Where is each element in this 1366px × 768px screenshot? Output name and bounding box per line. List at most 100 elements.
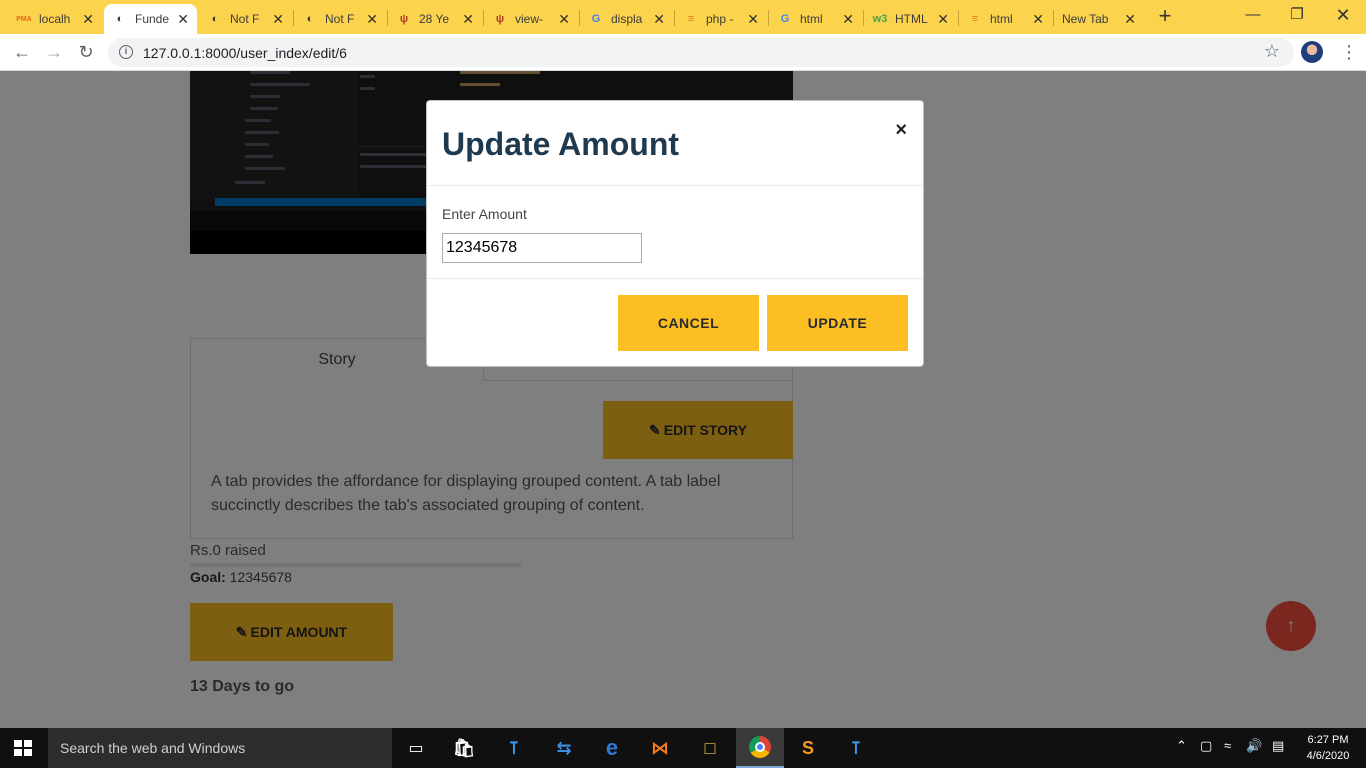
forward-button[interactable]: → bbox=[40, 38, 68, 66]
browser-tab-label: 28 Ye bbox=[419, 12, 450, 26]
browser-tab-label: New Tab bbox=[1062, 12, 1109, 26]
minimize-button[interactable]: — bbox=[1230, 0, 1276, 32]
browser-tab[interactable]: ψ 28 Ye ✕ bbox=[388, 4, 482, 34]
store-icon[interactable]: 🛍 bbox=[440, 728, 488, 768]
browser-tab-label: Funde bbox=[135, 12, 170, 26]
file-explorer-icon[interactable]: □ bbox=[686, 728, 734, 768]
sublime-text-icon[interactable]: S bbox=[784, 728, 832, 768]
notifications-icon[interactable]: ▤ bbox=[1272, 738, 1284, 754]
browser-tab-label: html bbox=[800, 12, 823, 26]
browser-tab[interactable]: ◐ Funde ✕ bbox=[104, 4, 197, 34]
task-view-icon[interactable]: ▭ bbox=[392, 728, 440, 768]
stackoverflow-icon: ≡ bbox=[971, 13, 979, 25]
clock-time: 6:27 PM bbox=[1307, 734, 1349, 746]
browser-tab[interactable]: ◐ Not F ✕ bbox=[294, 4, 386, 34]
browser-tab[interactable]: w3 HTML ✕ bbox=[864, 4, 957, 34]
browser-tab-label: Not F bbox=[325, 12, 355, 26]
update-button[interactable]: UPDATE bbox=[767, 295, 908, 351]
close-tab-icon[interactable]: ✕ bbox=[177, 11, 189, 28]
clock-date: 4/6/2020 bbox=[1306, 750, 1350, 762]
browser-tab[interactable]: New Tab ✕ bbox=[1054, 4, 1144, 34]
browser-menu-icon[interactable]: ⋮ bbox=[1340, 40, 1358, 64]
browser-tab[interactable]: ψ view- ✕ bbox=[484, 4, 578, 34]
close-tab-icon[interactable]: ✕ bbox=[842, 11, 854, 28]
browser-tab-label: displa bbox=[611, 12, 643, 26]
volume-icon[interactable]: 🔊 bbox=[1246, 738, 1262, 754]
browser-tab-label: view- bbox=[515, 12, 544, 26]
pma-icon: PMA bbox=[16, 15, 32, 23]
taskbar-clock[interactable]: 6:27 PM 4/6/2020 bbox=[1300, 732, 1356, 764]
modal-header: Update Amount × bbox=[427, 101, 923, 186]
windows-taskbar: Search the web and Windows ▭ 🛍 ⊺ ⇆ e ⋈ □… bbox=[0, 728, 1366, 768]
tab-separator bbox=[768, 10, 769, 26]
tab-separator bbox=[579, 10, 580, 26]
wifi-icon[interactable]: ≈ bbox=[1224, 738, 1231, 753]
close-icon[interactable]: × bbox=[895, 119, 907, 142]
modal-title: Update Amount bbox=[442, 126, 680, 162]
new-tab-button[interactable]: + bbox=[1152, 4, 1178, 30]
close-tab-icon[interactable]: ✕ bbox=[558, 11, 570, 28]
close-tab-icon[interactable]: ✕ bbox=[82, 11, 94, 28]
tab-separator bbox=[483, 10, 484, 26]
browser-toolbar: ← → ↻ i 127.0.0.1:8000/user_index/edit/6… bbox=[0, 34, 1366, 71]
taskbar-search-box[interactable]: Search the web and Windows bbox=[48, 728, 392, 768]
browser-tab[interactable]: PMA localh ✕ bbox=[8, 4, 102, 34]
laracasts-icon: ψ bbox=[399, 13, 409, 25]
profile-avatar[interactable] bbox=[1301, 41, 1323, 63]
back-button[interactable]: ← bbox=[8, 38, 36, 66]
tab-separator bbox=[293, 10, 294, 26]
vscode-icon[interactable]: ⊺ bbox=[490, 728, 538, 768]
browser-tab-label: HTML bbox=[895, 12, 928, 26]
battery-icon[interactable]: ▢ bbox=[1200, 738, 1212, 754]
chevron-up-icon[interactable]: ⌃ bbox=[1176, 738, 1187, 754]
address-bar[interactable]: i 127.0.0.1:8000/user_index/edit/6 ☆ bbox=[108, 38, 1294, 67]
tab-separator bbox=[387, 10, 388, 26]
close-window-button[interactable]: ✕ bbox=[1320, 0, 1366, 32]
close-tab-icon[interactable]: ✕ bbox=[272, 11, 284, 28]
chrome-icon[interactable] bbox=[736, 728, 784, 768]
tab-separator bbox=[958, 10, 959, 26]
cancel-button[interactable]: CANCEL bbox=[618, 295, 759, 351]
amount-input[interactable] bbox=[442, 233, 642, 263]
tab-separator bbox=[863, 10, 864, 26]
modal-footer: CANCEL UPDATE bbox=[427, 279, 923, 367]
browser-tab[interactable]: ◐ Not F ✕ bbox=[199, 4, 292, 34]
url-text[interactable]: 127.0.0.1:8000/user_index/edit/6 bbox=[143, 45, 347, 61]
stackoverflow-icon: ≡ bbox=[687, 13, 695, 25]
close-tab-icon[interactable]: ✕ bbox=[937, 11, 949, 28]
w3schools-icon: w3 bbox=[872, 13, 888, 25]
globe-icon: ◐ bbox=[116, 13, 124, 25]
browser-tab-label: php - bbox=[706, 12, 734, 26]
teamviewer-icon[interactable]: ⇆ bbox=[540, 728, 588, 768]
browser-tab[interactable]: Ghtml ✕ bbox=[769, 4, 862, 34]
xampp-icon[interactable]: ⋈ bbox=[636, 728, 684, 768]
taskbar-search-placeholder: Search the web and Windows bbox=[60, 740, 246, 756]
close-tab-icon[interactable]: ✕ bbox=[1124, 11, 1136, 28]
vscode-icon[interactable]: ⊺ bbox=[832, 728, 880, 768]
browser-tab-label: localh bbox=[39, 12, 71, 26]
update-amount-modal: Update Amount × Enter Amount CANCEL UPDA… bbox=[426, 100, 924, 367]
browser-tab[interactable]: Gdispla ✕ bbox=[580, 4, 673, 34]
close-tab-icon[interactable]: ✕ bbox=[366, 11, 378, 28]
google-icon: G bbox=[591, 13, 601, 25]
modal-body: Enter Amount bbox=[427, 186, 923, 279]
laracasts-icon: ψ bbox=[495, 13, 505, 25]
browser-tab-label: html bbox=[990, 12, 1013, 26]
google-icon: G bbox=[780, 13, 790, 25]
windows-start-icon[interactable] bbox=[14, 740, 32, 757]
maximize-button[interactable]: ❐ bbox=[1274, 0, 1320, 32]
globe-icon: ◐ bbox=[211, 13, 219, 25]
close-tab-icon[interactable]: ✕ bbox=[653, 11, 665, 28]
info-icon[interactable]: i bbox=[119, 45, 133, 59]
close-tab-icon[interactable]: ✕ bbox=[1032, 11, 1044, 28]
bookmark-star-icon[interactable]: ☆ bbox=[1264, 41, 1280, 62]
close-tab-icon[interactable]: ✕ bbox=[462, 11, 474, 28]
browser-tab[interactable]: ≡ html ✕ bbox=[959, 4, 1052, 34]
edge-icon[interactable]: e bbox=[588, 728, 636, 768]
browser-tab-label: Not F bbox=[230, 12, 260, 26]
amount-label: Enter Amount bbox=[442, 206, 527, 222]
reload-button[interactable]: ↻ bbox=[72, 38, 100, 66]
close-tab-icon[interactable]: ✕ bbox=[747, 11, 759, 28]
browser-tab[interactable]: ≡ php - ✕ bbox=[675, 4, 767, 34]
tab-separator bbox=[1053, 10, 1054, 26]
